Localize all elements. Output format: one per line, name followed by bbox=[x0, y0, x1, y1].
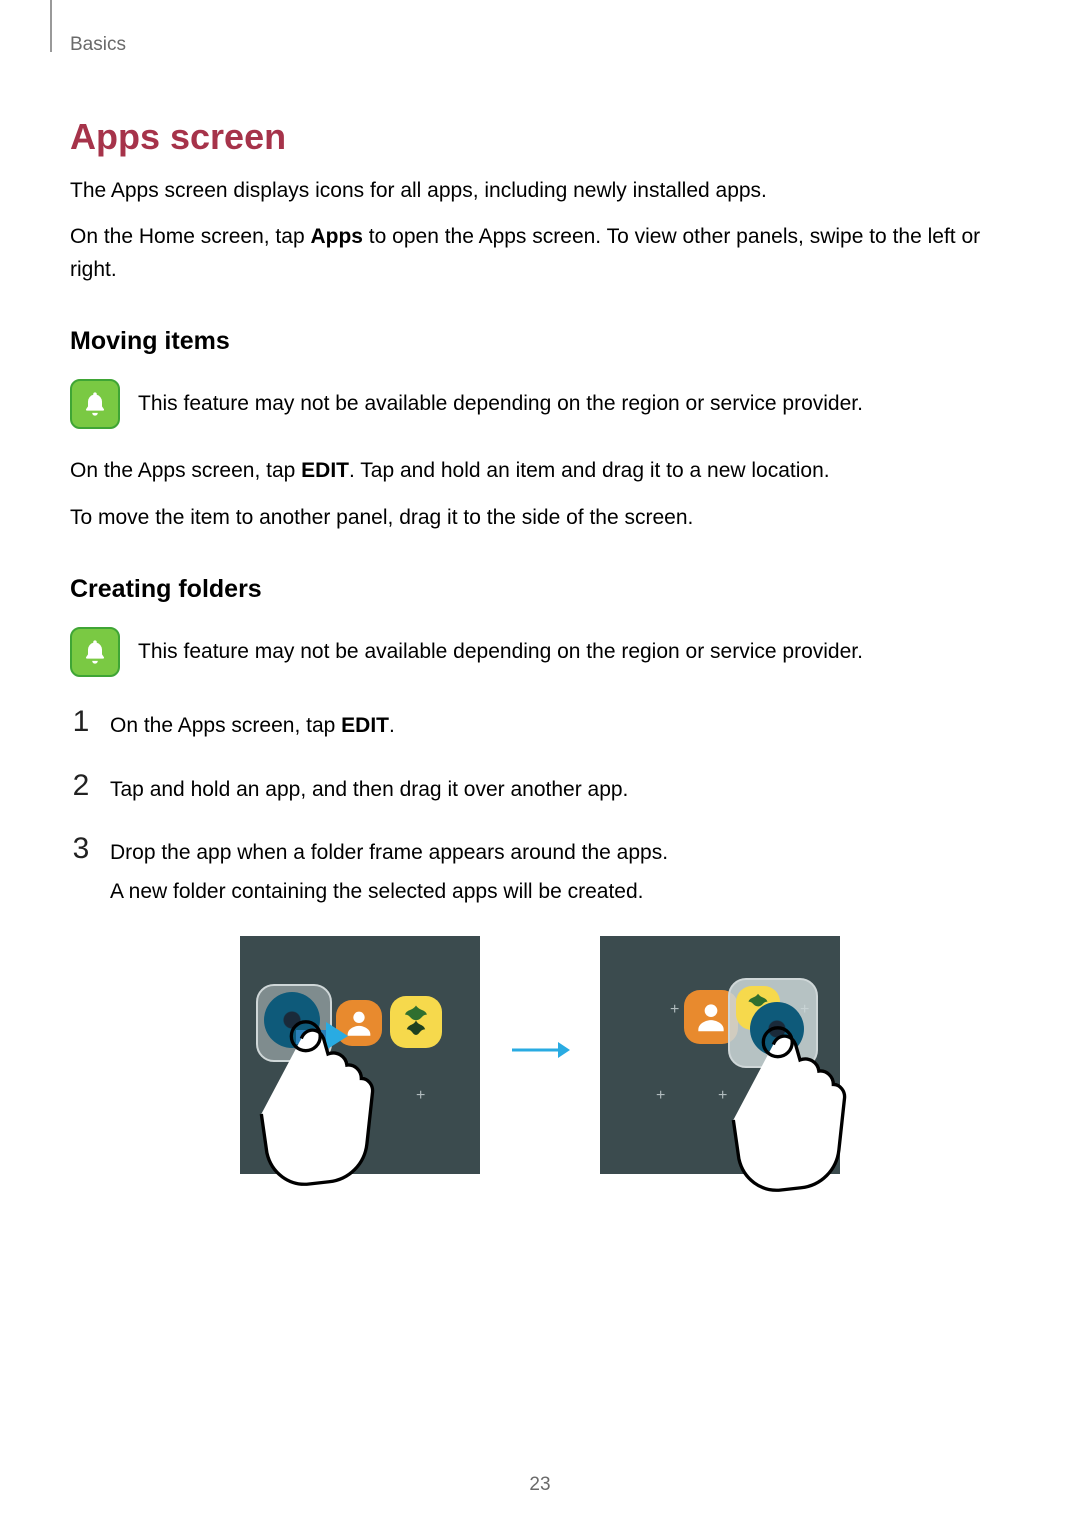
text-fragment: . Tap and hold an item and drag it to a … bbox=[349, 459, 830, 482]
edit-label: EDIT bbox=[301, 459, 349, 482]
page-title: Apps screen bbox=[70, 109, 1010, 165]
intro-paragraph-2: On the Home screen, tap Apps to open the… bbox=[70, 221, 1010, 286]
ordered-steps: 1 On the Apps screen, tap EDIT. 2 Tap an… bbox=[70, 707, 1010, 908]
drag-indicator-icon bbox=[296, 1030, 326, 1044]
plus-icon: + bbox=[354, 1084, 363, 1109]
plus-icon: + bbox=[670, 998, 679, 1023]
intro-paragraph-1: The Apps screen displays icons for all a… bbox=[70, 175, 1010, 208]
folder-illustration: + + + + bbox=[70, 936, 1010, 1174]
text-fragment: On the Home screen, tap bbox=[70, 225, 310, 248]
moving-paragraph-1: On the Apps screen, tap EDIT. Tap and ho… bbox=[70, 455, 1010, 488]
illustration-panel-left: + + + + bbox=[240, 936, 480, 1174]
plus-icon: + bbox=[416, 1084, 425, 1109]
note-row: This feature may not be available depend… bbox=[70, 627, 1010, 677]
list-item: 3 Drop the app when a folder frame appea… bbox=[70, 834, 1010, 908]
text-fragment: Drop the app when a folder frame appears… bbox=[110, 837, 1010, 870]
page-number: 23 bbox=[0, 1470, 1080, 1499]
list-item: 1 On the Apps screen, tap EDIT. bbox=[70, 707, 1010, 743]
bell-icon bbox=[70, 627, 120, 677]
text-fragment: A new folder containing the selected app… bbox=[110, 876, 1010, 909]
header-rule bbox=[50, 0, 52, 52]
note-text: This feature may not be available depend… bbox=[138, 636, 863, 669]
step-text: On the Apps screen, tap EDIT. bbox=[110, 707, 1010, 743]
section-creating-folders: Creating folders bbox=[70, 570, 1010, 609]
arrow-right-icon bbox=[510, 1038, 570, 1073]
step-text: Drop the app when a folder frame appears… bbox=[110, 834, 1010, 908]
step-number: 3 bbox=[70, 834, 92, 908]
step-text: Tap and hold an app, and then drag it ov… bbox=[110, 771, 1010, 807]
plus-icon: + bbox=[718, 1084, 727, 1109]
text-fragment: On the Apps screen, tap bbox=[110, 714, 341, 737]
gallery-app-icon bbox=[390, 996, 442, 1048]
breadcrumb: Basics bbox=[70, 30, 126, 59]
plus-icon: + bbox=[656, 1084, 665, 1109]
apps-label: Apps bbox=[310, 225, 363, 248]
text-fragment: On the Apps screen, tap bbox=[70, 459, 301, 482]
main-content: Apps screen The Apps screen displays ico… bbox=[70, 15, 1010, 1174]
step-number: 2 bbox=[70, 771, 92, 807]
bell-icon bbox=[70, 379, 120, 429]
arrow-right-icon bbox=[326, 1022, 348, 1050]
note-text: This feature may not be available depend… bbox=[138, 388, 863, 421]
moving-paragraph-2: To move the item to another panel, drag … bbox=[70, 502, 1010, 535]
text-fragment: . bbox=[389, 714, 395, 737]
note-row: This feature may not be available depend… bbox=[70, 379, 1010, 429]
list-item: 2 Tap and hold an app, and then drag it … bbox=[70, 771, 1010, 807]
edit-label: EDIT bbox=[341, 714, 389, 737]
illustration-panel-right: + + + + + bbox=[600, 936, 840, 1174]
camera-app-icon bbox=[750, 1002, 804, 1056]
step-number: 1 bbox=[70, 707, 92, 743]
section-moving-items: Moving items bbox=[70, 322, 1010, 361]
